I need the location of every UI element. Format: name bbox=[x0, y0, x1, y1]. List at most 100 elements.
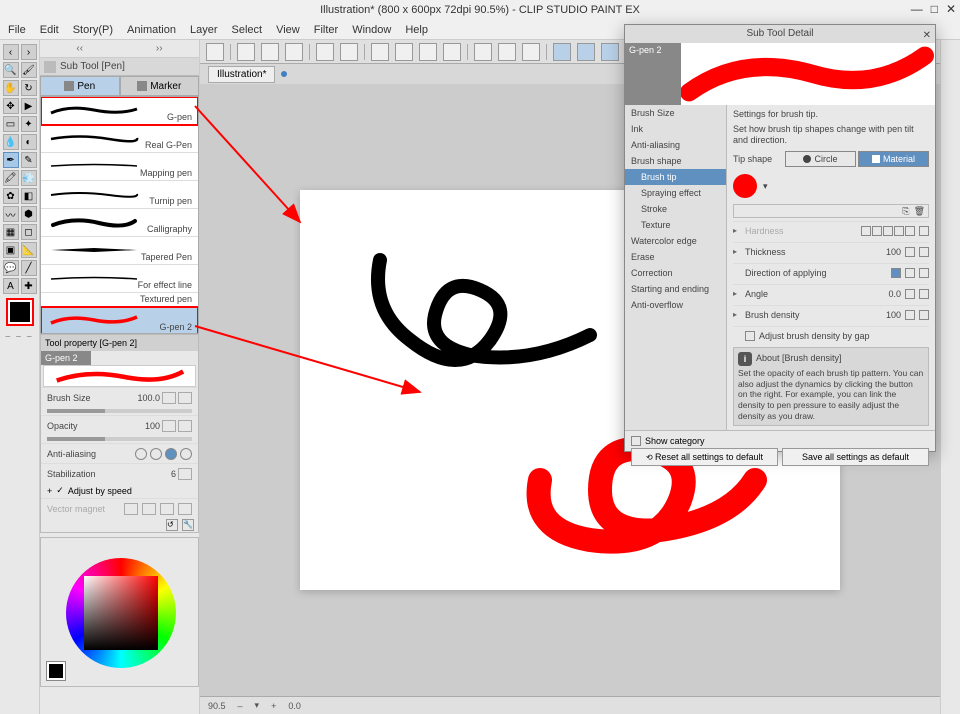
stabilization-stepper[interactable] bbox=[178, 468, 192, 480]
show-category-checkbox[interactable] bbox=[631, 436, 641, 446]
aa-none-icon[interactable] bbox=[135, 448, 147, 460]
cat-startend[interactable]: Starting and ending bbox=[625, 281, 726, 297]
material-add-icon[interactable]: ⎘ bbox=[902, 206, 909, 217]
aa-weak-icon[interactable] bbox=[150, 448, 162, 460]
cat-correction[interactable]: Correction bbox=[625, 265, 726, 281]
disclosure-icon[interactable]: ▸ bbox=[733, 226, 741, 235]
paint-tool-icon[interactable]: 🖍 bbox=[3, 170, 19, 186]
hand-tool-icon[interactable]: ✋ bbox=[3, 80, 19, 96]
aa-strong-icon[interactable] bbox=[180, 448, 192, 460]
menu-window[interactable]: Window bbox=[352, 24, 391, 36]
disclosure-icon[interactable]: ▸ bbox=[733, 289, 741, 298]
brush-size-stepper[interactable] bbox=[162, 392, 176, 404]
brush-size-dyn-icon[interactable] bbox=[178, 392, 192, 404]
color-swatch[interactable] bbox=[47, 662, 65, 680]
angle-value[interactable]: 0.0 bbox=[888, 289, 901, 299]
menu-edit[interactable]: Edit bbox=[40, 24, 59, 36]
cat-stroke[interactable]: Stroke bbox=[625, 201, 726, 217]
open-icon[interactable] bbox=[237, 43, 255, 61]
angle-stepper[interactable] bbox=[905, 289, 915, 299]
ruler-tool-icon[interactable]: 📐 bbox=[21, 242, 37, 258]
tip-material-dropdown-icon[interactable]: ▾ bbox=[763, 181, 768, 192]
close-button[interactable]: ✕ bbox=[946, 2, 956, 16]
density-dyn-icon[interactable] bbox=[919, 310, 929, 320]
undo-icon[interactable] bbox=[316, 43, 334, 61]
brush-item-gpen2[interactable]: G-pen 2 bbox=[41, 307, 198, 334]
cat-brushshape[interactable]: Brush shape bbox=[625, 153, 726, 169]
fill-icon[interactable] bbox=[395, 43, 413, 61]
balloon-tool-icon[interactable]: 💬 bbox=[3, 260, 19, 276]
brush-item-calligraphy[interactable]: Calligraphy bbox=[41, 209, 198, 237]
tip-material-preview[interactable] bbox=[733, 174, 757, 198]
opacity-stepper[interactable] bbox=[162, 420, 176, 432]
rotate-tool-icon[interactable]: ↻ bbox=[21, 80, 37, 96]
line-tool-icon[interactable]: ╱ bbox=[21, 260, 37, 276]
stabilization-value[interactable]: 6 bbox=[171, 469, 176, 479]
menu-help[interactable]: Help bbox=[405, 24, 428, 36]
brush-item-gpen[interactable]: G-pen bbox=[41, 97, 198, 125]
color-square[interactable] bbox=[84, 576, 158, 650]
cat-antioverflow[interactable]: Anti-overflow bbox=[625, 297, 726, 313]
thickness-stepper[interactable] bbox=[905, 247, 915, 257]
compass-tool-icon[interactable]: ◐ bbox=[21, 134, 37, 150]
angle-dyn-icon[interactable] bbox=[919, 289, 929, 299]
menu-file[interactable]: File bbox=[8, 24, 26, 36]
cat-texture[interactable]: Texture bbox=[625, 217, 726, 233]
std-titlebar[interactable]: Sub Tool Detail ✕ bbox=[625, 25, 935, 43]
redo-icon[interactable] bbox=[340, 43, 358, 61]
tab-pen[interactable]: Pen bbox=[40, 76, 120, 96]
adjust-check-icon[interactable]: ✓ bbox=[56, 485, 64, 496]
menu-story[interactable]: Story(P) bbox=[73, 24, 113, 36]
cat-spraying[interactable]: Spraying effect bbox=[625, 185, 726, 201]
brush-item-turnip[interactable]: Turnip pen bbox=[41, 181, 198, 209]
collapse-left-icon[interactable]: ‹‹ bbox=[76, 43, 83, 54]
cat-ink[interactable]: Ink bbox=[625, 121, 726, 137]
brush-tool-icon[interactable]: 🖌 bbox=[21, 62, 37, 78]
cat-watercolor[interactable]: Watercolor edge bbox=[625, 233, 726, 249]
text-tool-icon[interactable]: A bbox=[3, 278, 19, 294]
opacity-dyn-icon[interactable] bbox=[178, 420, 192, 432]
new-doc-icon[interactable] bbox=[206, 43, 224, 61]
blend-tool-icon[interactable]: 〰 bbox=[3, 206, 19, 222]
brush-item-tapered[interactable]: Tapered Pen bbox=[41, 237, 198, 265]
foreground-color-swatch[interactable] bbox=[8, 300, 32, 324]
menu-select[interactable]: Select bbox=[232, 24, 263, 36]
minimize-button[interactable]: — bbox=[911, 2, 923, 16]
cat-brushtip[interactable]: Brush tip bbox=[625, 169, 726, 185]
color-wheel[interactable] bbox=[66, 558, 176, 668]
angle-value[interactable]: 0.0 bbox=[288, 701, 301, 711]
menu-animation[interactable]: Animation bbox=[127, 24, 176, 36]
eyedropper-tool-icon[interactable]: 💧 bbox=[3, 134, 19, 150]
operation-tool-icon[interactable]: ▶ bbox=[21, 98, 37, 114]
direction-vertical-icon[interactable] bbox=[905, 268, 915, 278]
snap-ruler-icon[interactable] bbox=[553, 43, 571, 61]
menu-layer[interactable]: Layer bbox=[190, 24, 218, 36]
cat-erase[interactable]: Erase bbox=[625, 249, 726, 265]
thickness-dyn-icon[interactable] bbox=[919, 247, 929, 257]
invert-icon[interactable] bbox=[522, 43, 540, 61]
move-tool-icon[interactable]: ✥ bbox=[3, 98, 19, 114]
cat-brushsize[interactable]: Brush Size bbox=[625, 105, 726, 121]
snap-special-icon[interactable] bbox=[577, 43, 595, 61]
aa-mid-icon[interactable] bbox=[165, 448, 177, 460]
deselect-icon[interactable] bbox=[498, 43, 516, 61]
density-stepper[interactable] bbox=[905, 310, 915, 320]
reset-defaults-button[interactable]: ⟲ Reset all settings to default bbox=[631, 448, 778, 466]
direction-horizontal-icon[interactable] bbox=[891, 268, 901, 278]
chevron-left-icon[interactable]: ‹ bbox=[3, 44, 19, 60]
correct-tool-icon[interactable]: ✚ bbox=[21, 278, 37, 294]
brush-item-textured[interactable]: Textured pen bbox=[41, 293, 198, 307]
transform-icon[interactable] bbox=[443, 43, 461, 61]
save-icon[interactable] bbox=[261, 43, 279, 61]
marquee-tool-icon[interactable]: ▭ bbox=[3, 116, 19, 132]
airbrush-tool-icon[interactable]: 💨 bbox=[21, 170, 37, 186]
material-delete-icon[interactable]: 🗑 bbox=[914, 206, 925, 217]
wand-tool-icon[interactable]: ✦ bbox=[21, 116, 37, 132]
direction-dyn-icon[interactable] bbox=[919, 268, 929, 278]
chevron-right-icon[interactable]: › bbox=[21, 44, 37, 60]
disclosure-icon[interactable]: ▸ bbox=[733, 247, 741, 256]
pen-tool-icon[interactable]: ✒ bbox=[3, 152, 19, 168]
maximize-button[interactable]: □ bbox=[931, 2, 938, 16]
figure-tool-icon[interactable]: ◻ bbox=[21, 224, 37, 240]
collapse-right-icon[interactable]: ›› bbox=[156, 43, 163, 54]
